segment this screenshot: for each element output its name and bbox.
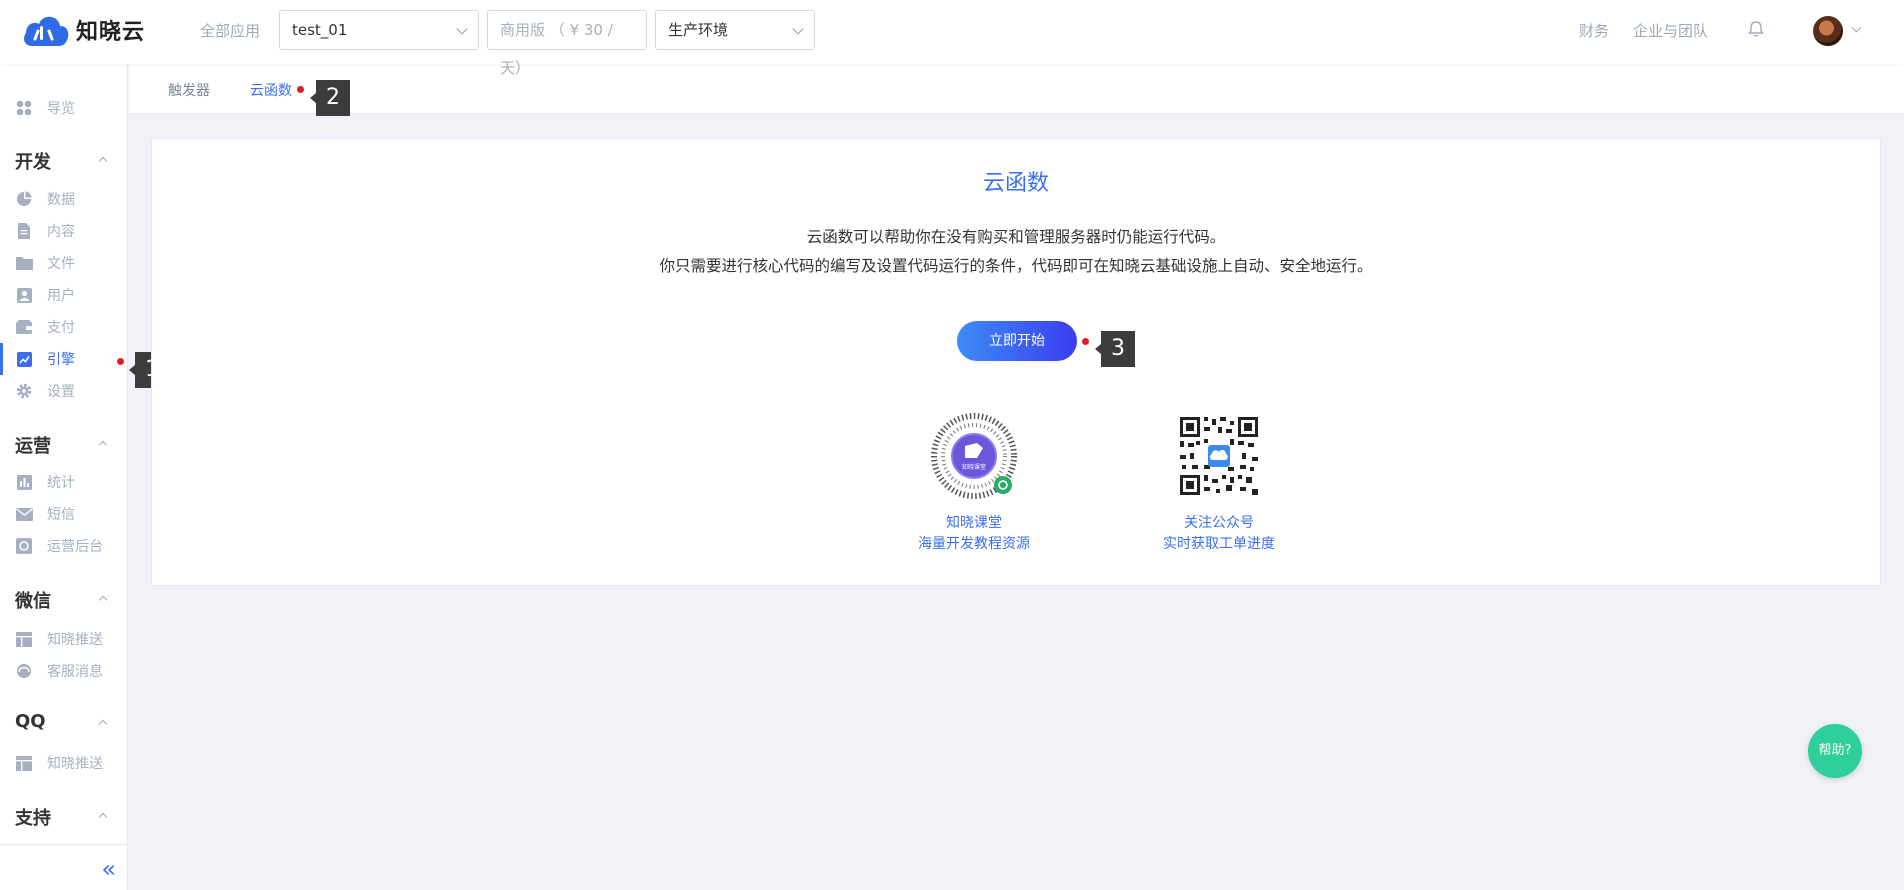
chevron-up-icon[interactable] bbox=[98, 719, 108, 729]
chevron-up-icon[interactable] bbox=[98, 595, 108, 605]
sidebar-group-support[interactable]: 支持 bbox=[15, 804, 51, 830]
bar-chart-icon bbox=[15, 474, 33, 490]
qr-code-image[interactable] bbox=[1176, 413, 1262, 499]
plan-label: 商用版 bbox=[500, 21, 546, 39]
brand-name: 知晓云 bbox=[76, 20, 146, 45]
cloud-logo-icon bbox=[22, 12, 70, 48]
sidebar-item-data[interactable]: 数据 bbox=[0, 183, 128, 215]
sidebar-item-payment[interactable]: 支付 bbox=[0, 311, 128, 343]
sidebar: 导览 开发 数据 内容 文件 用户 支付 引擎 设置 运营 统计 短信 运营后台… bbox=[0, 64, 128, 890]
brand-logo[interactable]: 知晓云 bbox=[22, 12, 145, 48]
app-select[interactable]: test_01 bbox=[279, 10, 479, 50]
sidebar-group-dev[interactable]: 开发 bbox=[15, 148, 51, 174]
qr-right-line2: 实时获取工单进度 bbox=[1163, 536, 1275, 552]
tab-bar: 触发器 云函数 bbox=[129, 64, 1904, 114]
sidebar-item-label: 支付 bbox=[47, 320, 75, 336]
finance-link[interactable]: 财务 bbox=[1579, 20, 1609, 41]
sidebar-item-label: 内容 bbox=[47, 224, 75, 240]
chevron-down-icon[interactable] bbox=[1851, 22, 1862, 33]
sidebar-item-sms[interactable]: 短信 bbox=[0, 498, 128, 530]
app-select-value: test_01 bbox=[292, 21, 348, 39]
sidebar-group-qq[interactable]: QQ bbox=[15, 711, 46, 732]
sidebar-item-wechat-service[interactable]: 客服消息 bbox=[0, 655, 128, 687]
pie-chart-icon bbox=[15, 191, 33, 207]
sidebar-item-files[interactable]: 文件 bbox=[0, 247, 128, 279]
sidebar-item-ops-console[interactable]: 运营后台 bbox=[0, 530, 128, 562]
sidebar-item-settings[interactable]: 设置 bbox=[0, 375, 128, 407]
user-card-icon bbox=[15, 287, 33, 303]
sidebar-item-label: 用户 bbox=[47, 288, 75, 304]
chevron-down-icon bbox=[792, 23, 804, 35]
grid-icon bbox=[15, 100, 33, 116]
gear-icon bbox=[15, 383, 33, 399]
folder-icon bbox=[15, 255, 33, 271]
console-icon bbox=[15, 538, 33, 554]
sidebar-item-label: 短信 bbox=[47, 507, 75, 523]
sidebar-group-ops[interactable]: 运营 bbox=[15, 432, 51, 458]
sidebar-item-qq-push[interactable]: 知晓推送 bbox=[0, 747, 128, 779]
chevron-up-icon[interactable] bbox=[98, 440, 108, 450]
miniprogram-code-image[interactable]: 知晓课堂 bbox=[931, 413, 1017, 499]
env-select[interactable]: 生产环境 bbox=[655, 10, 815, 50]
top-header: 知晓云 全部应用 test_01 商用版 （ ¥ 30 / 天） 生产环境 财务… bbox=[0, 0, 1904, 77]
sidebar-item-label: 客服消息 bbox=[47, 664, 103, 680]
sidebar-item-label: 文件 bbox=[47, 256, 75, 272]
document-icon bbox=[15, 223, 33, 239]
sidebar-item-label: 知晓推送 bbox=[47, 756, 103, 772]
layout-icon bbox=[15, 755, 33, 771]
annotation-badge-2: 2 bbox=[310, 80, 350, 116]
qr-left-line2: 海量开发教程资源 bbox=[918, 536, 1030, 552]
chevron-up-icon[interactable] bbox=[98, 812, 108, 822]
sidebar-item-label: 引擎 bbox=[47, 352, 75, 368]
qr-right-line1: 关注公众号 bbox=[1184, 515, 1254, 531]
page-title: 云函数 bbox=[982, 171, 1049, 196]
headset-icon bbox=[15, 663, 33, 679]
team-link[interactable]: 企业与团队 bbox=[1633, 20, 1708, 41]
tab-trigger[interactable]: 触发器 bbox=[168, 80, 210, 100]
sidebar-item-stats[interactable]: 统计 bbox=[0, 466, 128, 498]
sidebar-item-label: 导览 bbox=[47, 101, 75, 117]
annotation-dot bbox=[1082, 338, 1089, 345]
sidebar-item-label: 数据 bbox=[47, 192, 75, 208]
sidebar-item-overview[interactable]: 导览 bbox=[0, 92, 128, 124]
envelope-icon bbox=[15, 506, 33, 522]
sidebar-item-label: 设置 bbox=[47, 384, 75, 400]
wallet-icon bbox=[15, 319, 33, 335]
chevron-up-icon[interactable] bbox=[98, 156, 108, 166]
annotation-dot bbox=[117, 358, 124, 365]
sidebar-item-users[interactable]: 用户 bbox=[0, 279, 128, 311]
start-button[interactable]: 立即开始 bbox=[957, 321, 1077, 361]
sidebar-item-engine[interactable]: 引擎 bbox=[0, 343, 128, 375]
bell-icon[interactable] bbox=[1748, 20, 1764, 38]
trend-chart-icon bbox=[15, 351, 33, 367]
cloud-function-intro-card: 云函数 云函数可以帮助你在没有购买和管理服务器时仍能运行代码。 你只需要进行核心… bbox=[151, 138, 1881, 586]
annotation-dot bbox=[297, 86, 304, 93]
qr-official-account: 关注公众号 实时获取工单进度 bbox=[1139, 413, 1299, 555]
env-select-value: 生产环境 bbox=[668, 21, 729, 39]
sidebar-group-wechat[interactable]: 微信 bbox=[15, 587, 51, 613]
description-line-2: 你只需要进行核心代码的编写及设置代码运行的条件，代码即可在知晓云基础设施上自动、… bbox=[659, 257, 1373, 275]
layout-icon bbox=[15, 631, 33, 647]
tab-cloud-function[interactable]: 云函数 bbox=[250, 80, 292, 100]
qr-left-line1: 知晓课堂 bbox=[946, 515, 1002, 531]
sidebar-item-label: 知晓推送 bbox=[47, 632, 103, 648]
miniprogram-inner-label: 知晓课堂 bbox=[962, 463, 986, 471]
annotation-badge-3: 3 bbox=[1095, 331, 1135, 367]
description-line-1: 云函数可以帮助你在没有购买和管理服务器时仍能运行代码。 bbox=[806, 228, 1226, 246]
sidebar-item-content[interactable]: 内容 bbox=[0, 215, 128, 247]
help-button[interactable]: 帮助? bbox=[1808, 724, 1862, 778]
user-avatar[interactable] bbox=[1813, 16, 1843, 46]
double-chevron-left-icon: « bbox=[101, 855, 115, 883]
sidebar-item-label: 运营后台 bbox=[47, 539, 103, 555]
chevron-down-icon bbox=[456, 23, 468, 35]
plan-select[interactable]: 商用版 （ ¥ 30 / 天） bbox=[487, 10, 647, 77]
sidebar-item-wechat-push[interactable]: 知晓推送 bbox=[0, 623, 128, 655]
sidebar-collapse-button[interactable]: « bbox=[0, 844, 128, 890]
sidebar-item-label: 统计 bbox=[47, 475, 75, 491]
all-apps-link[interactable]: 全部应用 bbox=[200, 20, 260, 41]
qr-miniprogram: 知晓课堂 知晓课堂 海量开发教程资源 bbox=[894, 413, 1054, 555]
